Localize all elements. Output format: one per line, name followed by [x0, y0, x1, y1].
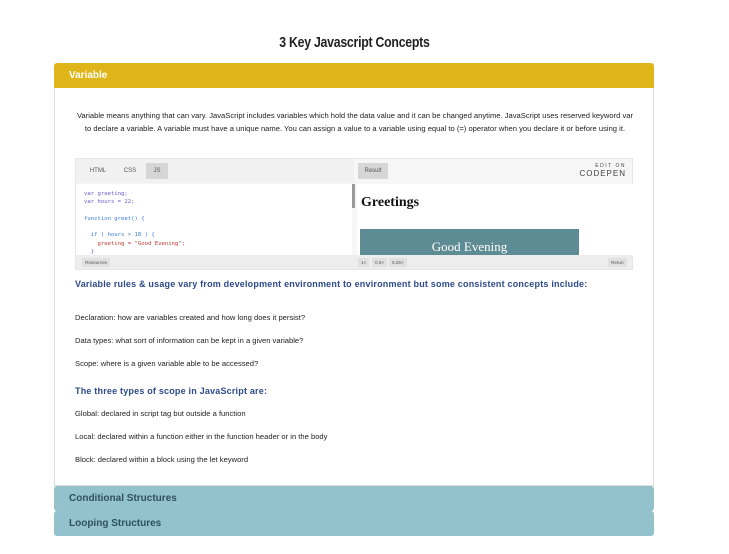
code-line: function greet() {	[84, 215, 145, 222]
accordion-looping: Looping Structures	[54, 511, 654, 536]
code-line: var hours = 22;	[84, 199, 135, 206]
concept-declaration: Declaration: how are variables created a…	[75, 313, 306, 322]
rules-heading: Variable rules & usage vary from develop…	[75, 279, 588, 289]
accordion-variable: Variable Variable means anything that ca…	[54, 63, 654, 486]
accordion-conditional: Conditional Structures	[54, 486, 654, 511]
codepen-embed: HTML CSS JS var greeting; var hours = 22…	[75, 158, 633, 270]
pane-resize-handle[interactable]	[352, 184, 355, 208]
tab-html[interactable]: HTML	[84, 163, 112, 179]
concept-data-types: Data types: what sort of information can…	[75, 336, 304, 345]
tab-result[interactable]: Result	[358, 163, 388, 179]
accordion-header-conditional[interactable]: Conditional Structures	[54, 486, 654, 511]
page-title: 3 Key Javascript Concepts	[279, 34, 430, 51]
tab-js[interactable]: JS	[146, 163, 168, 179]
result-output: Greetings Good Evening	[357, 184, 633, 256]
code-editor[interactable]: var greeting; var hours = 22; function g…	[76, 184, 352, 256]
codepen-logo: CODEPEN	[579, 169, 626, 178]
zoom-1x-button[interactable]: 1×	[358, 258, 370, 267]
accordion-header-looping[interactable]: Looping Structures	[54, 511, 654, 536]
accordion-body-variable: Variable means anything that can vary. J…	[54, 88, 654, 486]
code-line: if ( hours > 18 ) {	[84, 232, 155, 239]
tab-css[interactable]: CSS	[116, 163, 144, 179]
codepen-footer: Resources 1× 0.5× 0.25× Rerun	[76, 255, 632, 269]
code-line: var greeting;	[84, 191, 128, 197]
edit-on-codepen-link[interactable]: EDIT ON CODEPEN	[579, 163, 626, 178]
codepen-tabbar: HTML CSS JS	[76, 159, 354, 183]
concept-scope: Scope: where is a given variable able to…	[75, 359, 259, 368]
output-heading: Greetings	[361, 195, 420, 210]
zoom-025x-button[interactable]: 0.25×	[389, 258, 407, 267]
accordion-header-variable[interactable]: Variable	[54, 63, 654, 88]
variable-intro-text: Variable means anything that can vary. J…	[76, 111, 634, 133]
code-line: greeting = "Good Evening";	[84, 240, 186, 247]
scope-global: Global: declared in script tag but outsi…	[75, 409, 246, 418]
rerun-button[interactable]: Rerun	[608, 258, 627, 267]
scope-local: Local: declared within a function either…	[75, 432, 328, 441]
resources-button[interactable]: Resources	[82, 258, 110, 267]
scope-heading: The three types of scope in JavaScript a…	[75, 386, 268, 396]
scope-block: Block: declared within a block using the…	[75, 455, 249, 464]
output-greeting-box: Good Evening	[360, 229, 579, 256]
zoom-05x-button[interactable]: 0.5×	[372, 258, 388, 267]
